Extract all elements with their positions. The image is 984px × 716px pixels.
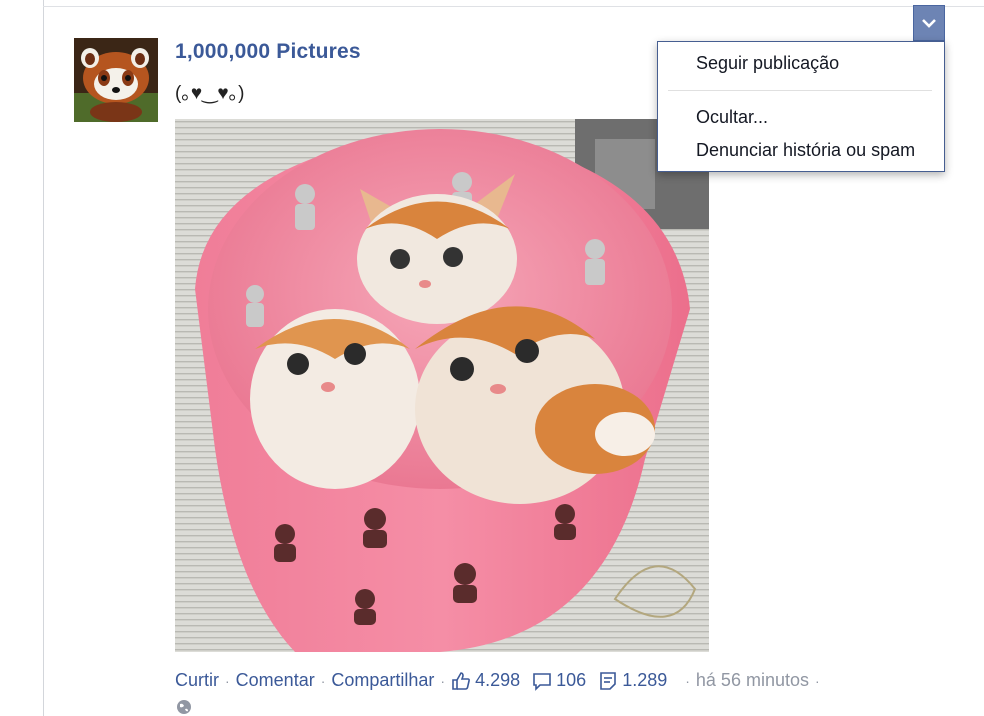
menu-divider xyxy=(668,90,932,91)
likes-count-link[interactable]: 4.298 xyxy=(451,670,520,691)
story-options-menu: Seguir publicação Ocultar... Denunciar h… xyxy=(657,41,945,172)
likes-count: 4.298 xyxy=(475,670,521,690)
shares-count: 1.289 xyxy=(622,670,668,690)
separator-dot: · xyxy=(320,672,326,689)
thumbs-up-icon xyxy=(452,671,471,690)
comments-count-link[interactable]: 106 xyxy=(532,670,586,691)
page-name-link[interactable]: 1,000,000 Pictures xyxy=(175,40,361,64)
comment-bubble-icon xyxy=(533,672,551,691)
page-avatar[interactable] xyxy=(74,38,158,122)
menu-item-follow-post[interactable]: Seguir publicação xyxy=(696,53,839,74)
story-actions-bar: Curtir · Comentar · Compartilhar · 4.298… xyxy=(175,670,826,691)
separator-dot: · xyxy=(225,672,230,689)
globe-icon[interactable] xyxy=(175,698,193,716)
separator-dot: · xyxy=(814,672,820,689)
story-top-border xyxy=(43,6,984,7)
comments-count: 106 xyxy=(556,670,587,690)
shares-count-link[interactable]: 1.289 xyxy=(598,670,667,691)
share-link[interactable]: Compartilhar xyxy=(331,670,434,691)
story-options-button[interactable] xyxy=(913,5,945,41)
comment-link[interactable]: Comentar xyxy=(236,670,315,691)
menu-item-hide[interactable]: Ocultar... xyxy=(696,107,768,128)
post-photo[interactable] xyxy=(175,119,709,652)
separator-dot: · xyxy=(685,672,690,689)
feed-left-border xyxy=(43,0,44,716)
share-icon xyxy=(600,671,616,690)
timestamp-link[interactable]: há 56 minutos xyxy=(696,670,809,691)
like-link[interactable]: Curtir xyxy=(175,670,219,691)
separator-dot: · xyxy=(440,672,446,689)
menu-item-report[interactable]: Denunciar história ou spam xyxy=(696,140,915,161)
post-text: (｡♥‿♥｡) xyxy=(175,83,245,104)
chevron-down-icon xyxy=(922,19,936,28)
